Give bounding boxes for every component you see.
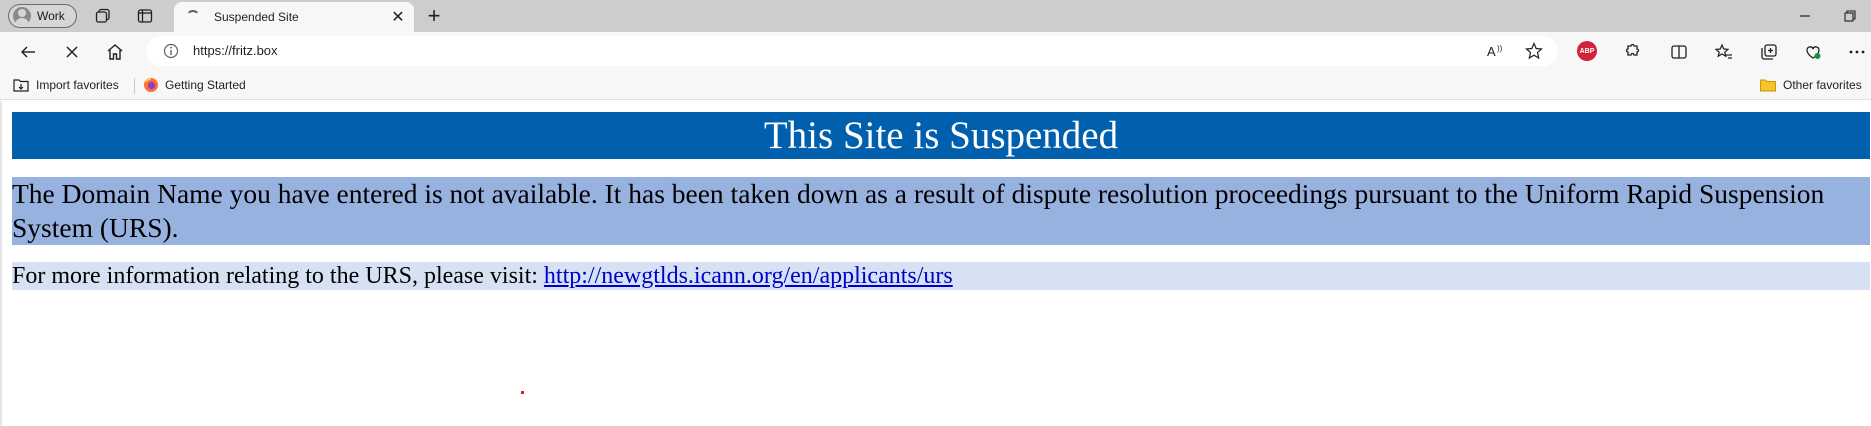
adblock-plus-icon[interactable]: ABP	[1577, 41, 1597, 61]
page-title: This Site is Suspended	[12, 112, 1870, 159]
other-favorites-folder[interactable]: Other favorites	[1759, 76, 1862, 94]
more-info-text: For more information relating to the URS…	[12, 263, 544, 289]
suspension-notice: The Domain Name you have entered is not …	[12, 177, 1870, 245]
new-tab-icon[interactable]: +	[423, 3, 445, 28]
split-screen-icon[interactable]	[1668, 41, 1690, 63]
settings-more-icon[interactable]	[1846, 41, 1868, 63]
browser-essentials-icon[interactable]	[1802, 41, 1824, 63]
home-icon[interactable]	[104, 41, 126, 63]
other-favorites-label: Other favorites	[1783, 78, 1862, 92]
favorites-separator	[134, 78, 135, 94]
vertical-tabs-icon[interactable]	[135, 6, 155, 26]
getting-started-link[interactable]: Getting Started	[143, 76, 246, 94]
workspaces-icon[interactable]	[93, 6, 113, 26]
navigation-toolbar: https://fritz.box A)) ABP	[0, 32, 1871, 70]
favorites-icon[interactable]	[1713, 41, 1735, 63]
favorite-star-icon[interactable]	[1523, 40, 1545, 62]
folder-icon	[1760, 79, 1776, 92]
profile-button[interactable]: Work	[8, 4, 77, 28]
restore-icon[interactable]	[1840, 6, 1860, 26]
stop-loading-icon[interactable]	[61, 41, 83, 63]
tab-title: Suspended Site	[214, 10, 299, 24]
getting-started-label: Getting Started	[165, 78, 246, 92]
cursor-dot	[521, 391, 524, 394]
svg-text:)): ))	[1497, 44, 1503, 53]
tab-strip: Work Suspended Site ✕ +	[0, 0, 1871, 32]
profile-label: Work	[37, 9, 65, 23]
import-favorites-icon	[13, 79, 29, 92]
url-text: https://fritz.box	[193, 43, 278, 58]
close-tab-icon[interactable]: ✕	[388, 7, 408, 27]
collections-icon[interactable]	[1758, 41, 1780, 63]
urs-info-link[interactable]: http://newgtlds.icann.org/en/applicants/…	[544, 263, 953, 289]
favorites-bar: Import favorites Getting Started Other f…	[0, 70, 1871, 100]
import-favorites-link[interactable]: Import favorites	[12, 76, 119, 94]
profile-avatar-icon	[13, 7, 31, 25]
extensions-icon[interactable]	[1620, 41, 1642, 63]
site-info-icon[interactable]	[162, 42, 180, 60]
page-content: This Site is Suspended The Domain Name y…	[0, 101, 1871, 426]
svg-text:A: A	[1487, 44, 1496, 59]
back-icon[interactable]	[17, 41, 39, 63]
tab-suspended-site[interactable]: Suspended Site ✕	[174, 2, 414, 32]
loading-spinner-icon	[186, 10, 200, 24]
firefox-icon	[144, 78, 158, 92]
more-info-line: For more information relating to the URS…	[12, 262, 1870, 290]
import-favorites-label: Import favorites	[36, 78, 119, 92]
address-bar[interactable]: https://fritz.box A))	[146, 36, 1558, 66]
minimize-icon[interactable]	[1795, 6, 1815, 26]
read-aloud-icon[interactable]: A))	[1485, 40, 1507, 62]
